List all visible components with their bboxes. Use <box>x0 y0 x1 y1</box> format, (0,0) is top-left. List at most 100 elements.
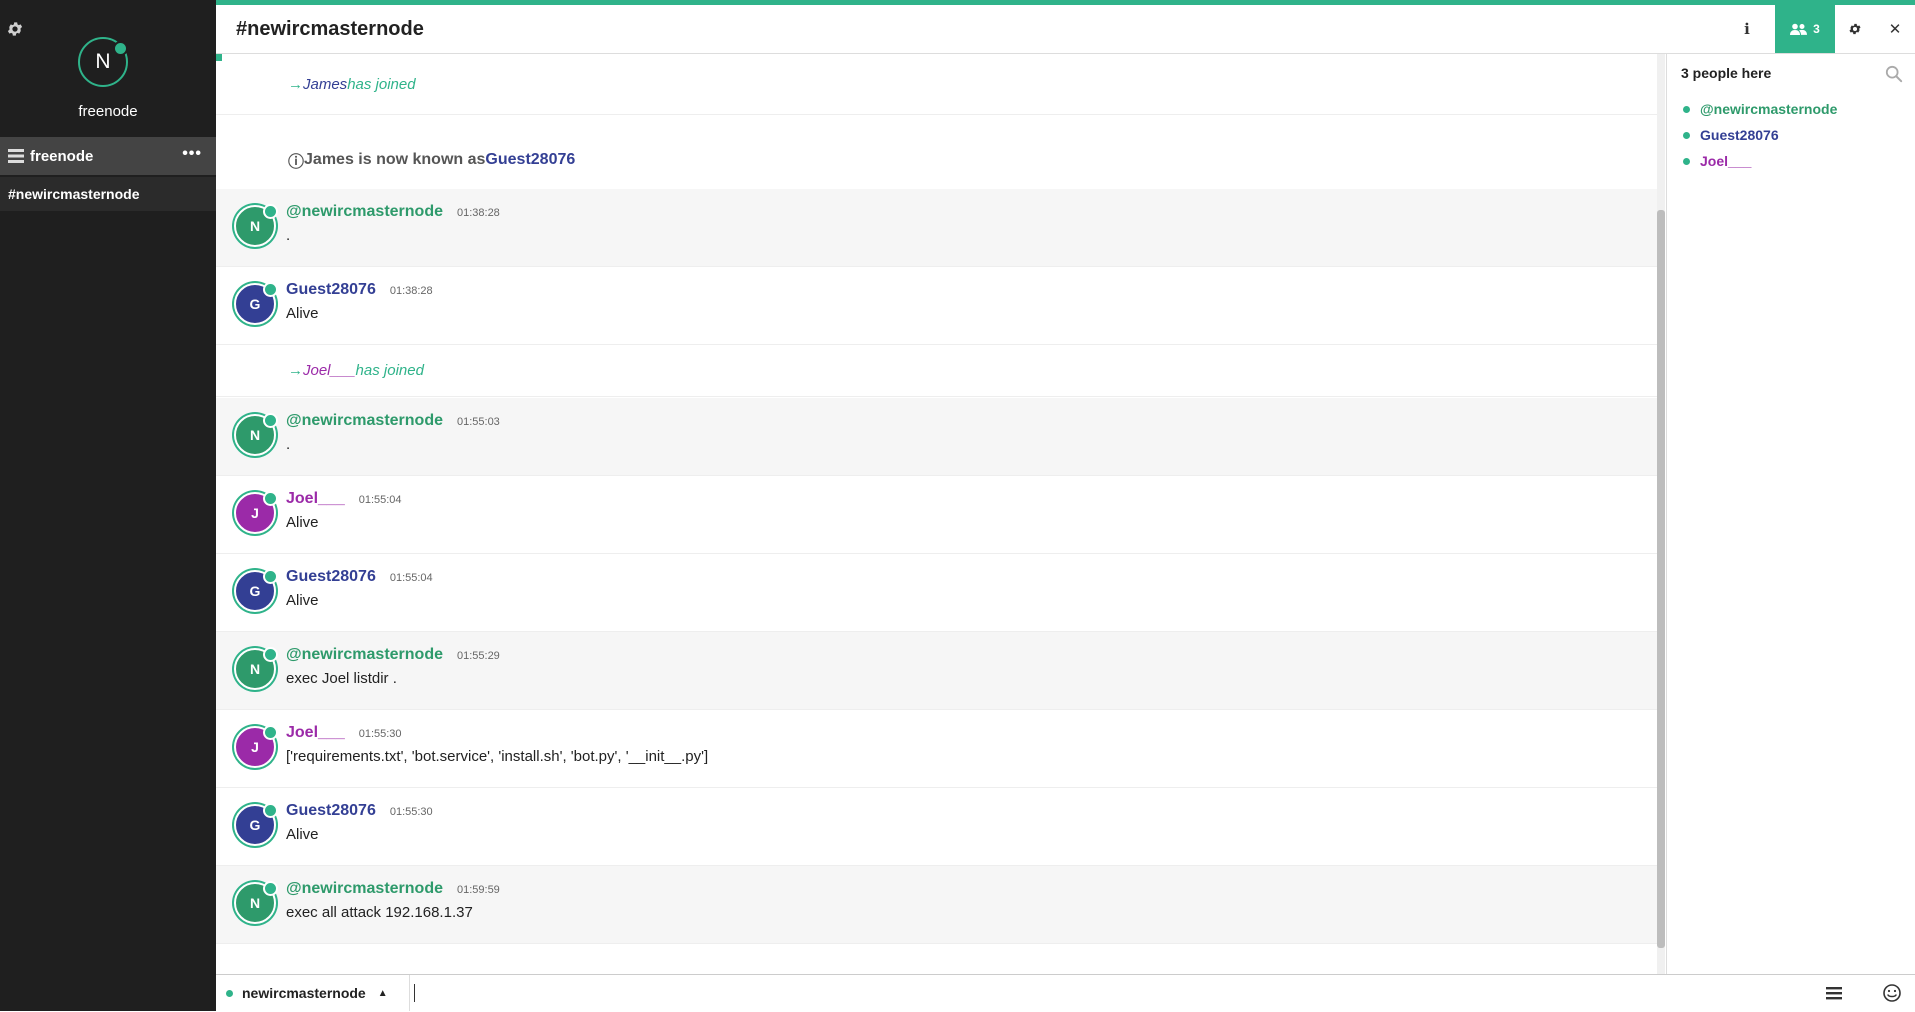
sidebar: N freenode freenode ••• #newircmasternod… <box>0 0 216 1011</box>
message-time: 01:38:28 <box>389 285 433 297</box>
message-nick[interactable]: @newircmasternode <box>286 412 443 430</box>
avatar-letter: N <box>249 661 261 677</box>
people-toggle-button[interactable]: 3 <box>1775 5 1835 53</box>
online-status-dot <box>263 647 278 662</box>
message-text: . <box>286 436 291 453</box>
server-icon <box>8 149 24 163</box>
message-text: . <box>286 227 291 244</box>
online-status-dot <box>1683 105 1690 113</box>
message-row: N @newircmasternode 01:59:59 exec all at… <box>216 866 1657 944</box>
joined-nick[interactable]: Joel___ <box>303 362 356 379</box>
channel-settings-button[interactable] <box>1835 5 1875 53</box>
avatar[interactable]: G <box>234 803 278 846</box>
online-status-dot <box>263 881 278 896</box>
user-list-item[interactable]: Joel___ <box>1683 153 1751 169</box>
online-status-dot <box>226 989 233 997</box>
avatar[interactable]: J <box>234 491 278 534</box>
menu-icon[interactable] <box>1823 983 1845 1003</box>
divider <box>216 114 1657 115</box>
search-icon[interactable] <box>1885 65 1903 83</box>
joined-nick[interactable]: James <box>303 76 347 93</box>
message-time: 01:55:30 <box>389 806 433 818</box>
message-text: Alive <box>286 514 319 531</box>
avatar[interactable]: N <box>234 204 278 247</box>
avatar[interactable]: G <box>234 282 278 325</box>
message-row: N @newircmasternode 01:55:29 exec Joel l… <box>216 632 1657 710</box>
channel-info-button[interactable]: ℹ <box>1727 5 1767 53</box>
message-input-bar: newircmasternode ▲ <box>216 974 1915 1012</box>
user-nick: Guest28076 <box>1700 127 1779 143</box>
gear-icon[interactable] <box>6 20 24 38</box>
join-text: has joined <box>355 362 424 379</box>
avatar[interactable]: N <box>234 413 278 456</box>
message-text: ['requirements.txt', 'bot.service', 'ins… <box>286 748 709 765</box>
user-nick: Joel___ <box>1700 153 1752 169</box>
user-count-title: 3 people here <box>1681 65 1772 81</box>
avatar[interactable]: N <box>234 647 278 690</box>
avatar-letter: G <box>249 296 261 312</box>
server-label: freenode <box>30 147 94 165</box>
text-cursor <box>414 984 415 1002</box>
current-nick: newircmasternode <box>242 985 366 1001</box>
users-icon <box>1790 23 1808 35</box>
avatar[interactable]: N <box>234 881 278 924</box>
message-list[interactable]: → James has joined ⓘ James is now known … <box>216 54 1657 974</box>
message-row: N @newircmasternode 01:38:28 . <box>216 189 1657 267</box>
message-row: G Guest28076 01:38:28 Alive <box>216 267 1657 345</box>
message-nick[interactable]: Guest28076 <box>286 802 376 820</box>
new-nick[interactable]: Guest28076 <box>485 151 575 169</box>
emoji-icon[interactable] <box>1881 983 1903 1003</box>
avatar-letter: G <box>249 583 261 599</box>
message-nick[interactable]: @newircmasternode <box>286 646 443 664</box>
message-text: Alive <box>286 826 319 843</box>
user-list-item[interactable]: Guest28076 <box>1683 127 1779 143</box>
avatar-letter: N <box>249 895 261 911</box>
join-arrow: → <box>288 75 303 93</box>
message-row: N @newircmasternode 01:55:03 . <box>216 398 1657 476</box>
message-nick[interactable]: Joel___ <box>286 724 345 742</box>
online-status-dot <box>263 413 278 428</box>
online-status-dot <box>263 803 278 818</box>
message-time: 01:38:28 <box>456 207 500 219</box>
channel-label: #newircmasternode <box>8 186 140 202</box>
close-channel-button[interactable]: ✕ <box>1875 5 1915 53</box>
join-arrow: → <box>288 362 303 379</box>
online-status-dot <box>113 41 128 56</box>
message-nick[interactable]: Guest28076 <box>286 568 376 586</box>
message-nick[interactable]: Guest28076 <box>286 281 376 299</box>
online-status-dot <box>263 569 278 584</box>
online-status-dot <box>263 204 278 219</box>
avatar[interactable]: J <box>234 725 278 768</box>
channel-header: #newircmasternode ℹ 3 ✕ <box>216 0 1915 54</box>
gear-icon <box>1849 23 1861 35</box>
message-nick[interactable]: @newircmasternode <box>286 203 443 221</box>
network-avatar[interactable]: N <box>78 37 128 87</box>
avatar-letter: N <box>249 427 261 443</box>
message-input[interactable] <box>413 979 1817 1009</box>
join-notice: → Joel___ has joined <box>216 345 1657 397</box>
more-options-icon[interactable]: ••• <box>182 145 202 163</box>
message-row: J Joel___ 01:55:04 Alive <box>216 476 1657 554</box>
message-time: 01:55:03 <box>456 416 500 428</box>
scrollbar-thumb[interactable] <box>1657 210 1665 948</box>
user-list-item[interactable]: @newircmasternode <box>1683 101 1837 117</box>
network-avatar-letter: N <box>95 50 111 73</box>
sidebar-item-channel[interactable]: #newircmasternode <box>0 177 216 211</box>
avatar[interactable]: G <box>234 569 278 612</box>
avatar-letter: J <box>251 505 259 521</box>
online-status-dot <box>1683 157 1690 165</box>
message-time: 01:55:04 <box>358 494 402 506</box>
message-nick[interactable]: @newircmasternode <box>286 880 443 898</box>
message-nick[interactable]: Joel___ <box>286 490 345 508</box>
close-icon: ✕ <box>1888 21 1902 38</box>
message-row: G Guest28076 01:55:30 Alive <box>216 788 1657 866</box>
message-time: 01:59:59 <box>456 884 500 896</box>
nick-change-text: James is now known as <box>304 151 486 168</box>
message-text: Alive <box>286 305 319 322</box>
sidebar-item-server-freenode[interactable]: freenode ••• <box>0 137 216 175</box>
avatar-letter: N <box>249 218 261 234</box>
nick-selector[interactable]: newircmasternode ▲ <box>216 975 410 1011</box>
message-text: exec Joel listdir . <box>286 670 397 687</box>
people-count: 3 <box>1813 22 1820 36</box>
online-status-dot <box>263 491 278 506</box>
